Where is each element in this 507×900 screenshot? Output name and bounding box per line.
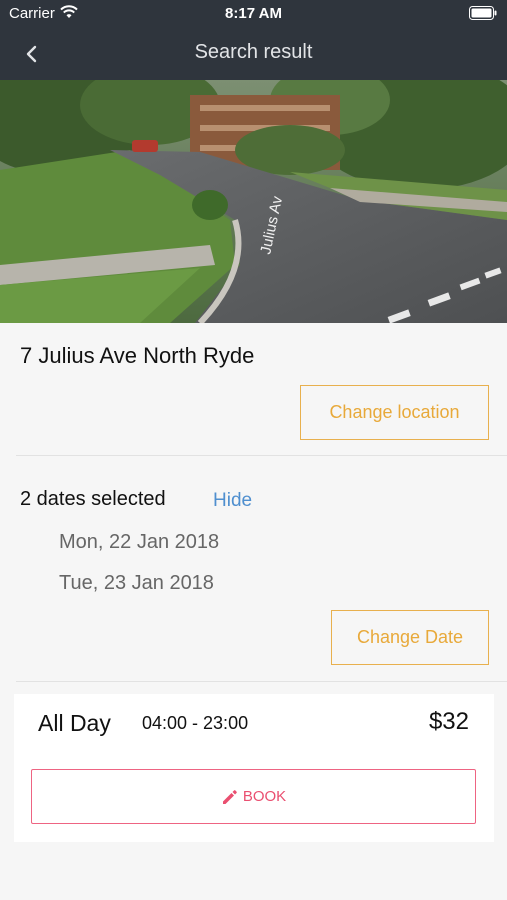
selected-date-item: Tue, 23 Jan 2018 [59,572,214,594]
section-divider [16,455,507,456]
booking-card: All Day 04:00 - 23:00 $32 BOOK [14,694,494,842]
booking-hours: 04:00 - 23:00 [142,713,249,733]
pencil-icon [222,789,237,804]
section-divider [16,681,507,682]
status-time: 8:17 AM [225,5,282,22]
dates-summary: 2 dates selected [20,488,166,510]
change-date-button[interactable]: Change Date [331,610,489,665]
header: Carrier 8:17 AM Search result [0,0,507,80]
address-label: 7 Julius Ave North Ryde [20,343,255,368]
page-title: Search result [194,41,313,63]
change-location-button[interactable]: Change location [300,385,489,440]
street-view-image: Julius Av [0,80,507,323]
booking-type-label: All Day [38,710,111,736]
battery-icon [469,6,497,20]
book-button[interactable]: BOOK [31,769,476,824]
selected-date-item: Mon, 22 Jan 2018 [59,531,220,553]
book-button-label: BOOK [242,788,287,805]
navigation-bar: Search result [0,28,507,80]
status-bar: Carrier 8:17 AM [0,0,507,28]
hide-dates-link[interactable]: Hide [213,490,252,512]
booking-price: $32 [428,708,469,735]
street-view-illustration: Julius Av [0,80,507,323]
